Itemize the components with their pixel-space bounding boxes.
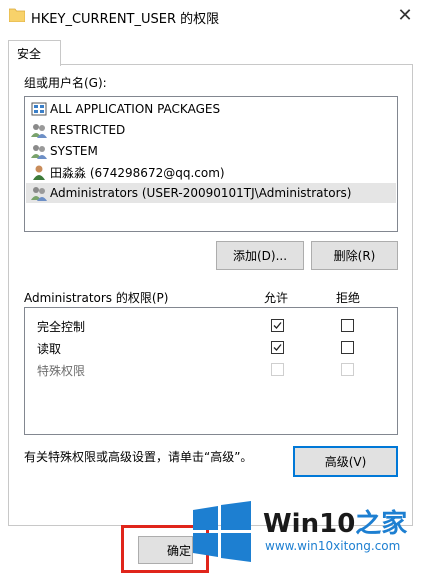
user-name: ALL APPLICATION PACKAGES: [50, 102, 221, 116]
deny-checkbox[interactable]: [341, 341, 354, 354]
allow-checkbox-checked[interactable]: [271, 319, 284, 332]
watermark-brand: Win10之家: [263, 503, 407, 540]
user-name: 田淼淼 (674298672@qq.com): [50, 165, 225, 180]
windows-logo-icon: [193, 501, 251, 562]
permissions-title: Administrators 的权限(P): [24, 291, 169, 305]
group-icon: [31, 124, 47, 138]
add-button[interactable]: 添加(D)...: [216, 241, 304, 270]
watermark: Win10之家 www.win10xitong.com: [185, 495, 421, 575]
user-icon: [33, 165, 45, 180]
watermark-url: www.win10xitong.com: [265, 539, 401, 553]
list-item[interactable]: RESTRICTED: [26, 120, 396, 140]
remove-button[interactable]: 删除(R): [311, 241, 398, 270]
deny-checkbox-disabled: [341, 363, 354, 376]
permissions-list: 完全控制 读取 特殊权限: [24, 307, 398, 435]
tab-security[interactable]: 安全: [8, 40, 61, 66]
list-item[interactable]: 田淼淼 (674298672@qq.com): [26, 162, 396, 182]
advanced-hint: 有关特殊权限或高级设置，请单击“高级”。: [24, 450, 253, 464]
list-item-selected[interactable]: Administrators (USER-20090101TJ\Administ…: [26, 183, 396, 203]
window-title: HKEY_CURRENT_USER 的权限: [31, 12, 220, 27]
tab-security-label: 安全: [17, 47, 42, 61]
allow-column-header: 允许: [264, 291, 289, 305]
permission-name: 特殊权限: [37, 364, 86, 378]
permission-row: 特殊权限: [25, 359, 397, 381]
user-name: Administrators (USER-20090101TJ\Administ…: [50, 186, 352, 200]
close-button[interactable]: ✕: [389, 0, 421, 31]
title-bar: HKEY_CURRENT_USER 的权限 ✕: [0, 0, 421, 33]
permission-name: 完全控制: [37, 320, 86, 334]
deny-column-header: 拒绝: [336, 291, 361, 305]
advanced-button[interactable]: 高级(V): [293, 446, 398, 477]
allow-checkbox-disabled: [271, 363, 284, 376]
permission-row: 读取: [25, 337, 397, 359]
allow-checkbox-checked[interactable]: [271, 341, 284, 354]
permission-name: 读取: [37, 342, 62, 356]
group-icon: [31, 187, 47, 201]
user-name: RESTRICTED: [50, 123, 126, 137]
groups-label: 组或用户名(G):: [24, 76, 107, 90]
list-item[interactable]: SYSTEM: [26, 141, 396, 161]
app-packages-icon: [31, 102, 47, 116]
watermark-brand-zh: 之家: [355, 509, 408, 539]
deny-checkbox[interactable]: [341, 319, 354, 332]
group-icon: [31, 145, 47, 159]
permission-row: 完全控制: [25, 315, 397, 337]
watermark-brand-en: Win10: [263, 509, 356, 539]
list-item[interactable]: ALL APPLICATION PACKAGES: [26, 99, 396, 119]
user-name: SYSTEM: [50, 144, 98, 158]
folder-icon: [9, 8, 25, 22]
users-listbox[interactable]: ALL APPLICATION PACKAGES RESTRICTED SYST…: [24, 96, 398, 232]
